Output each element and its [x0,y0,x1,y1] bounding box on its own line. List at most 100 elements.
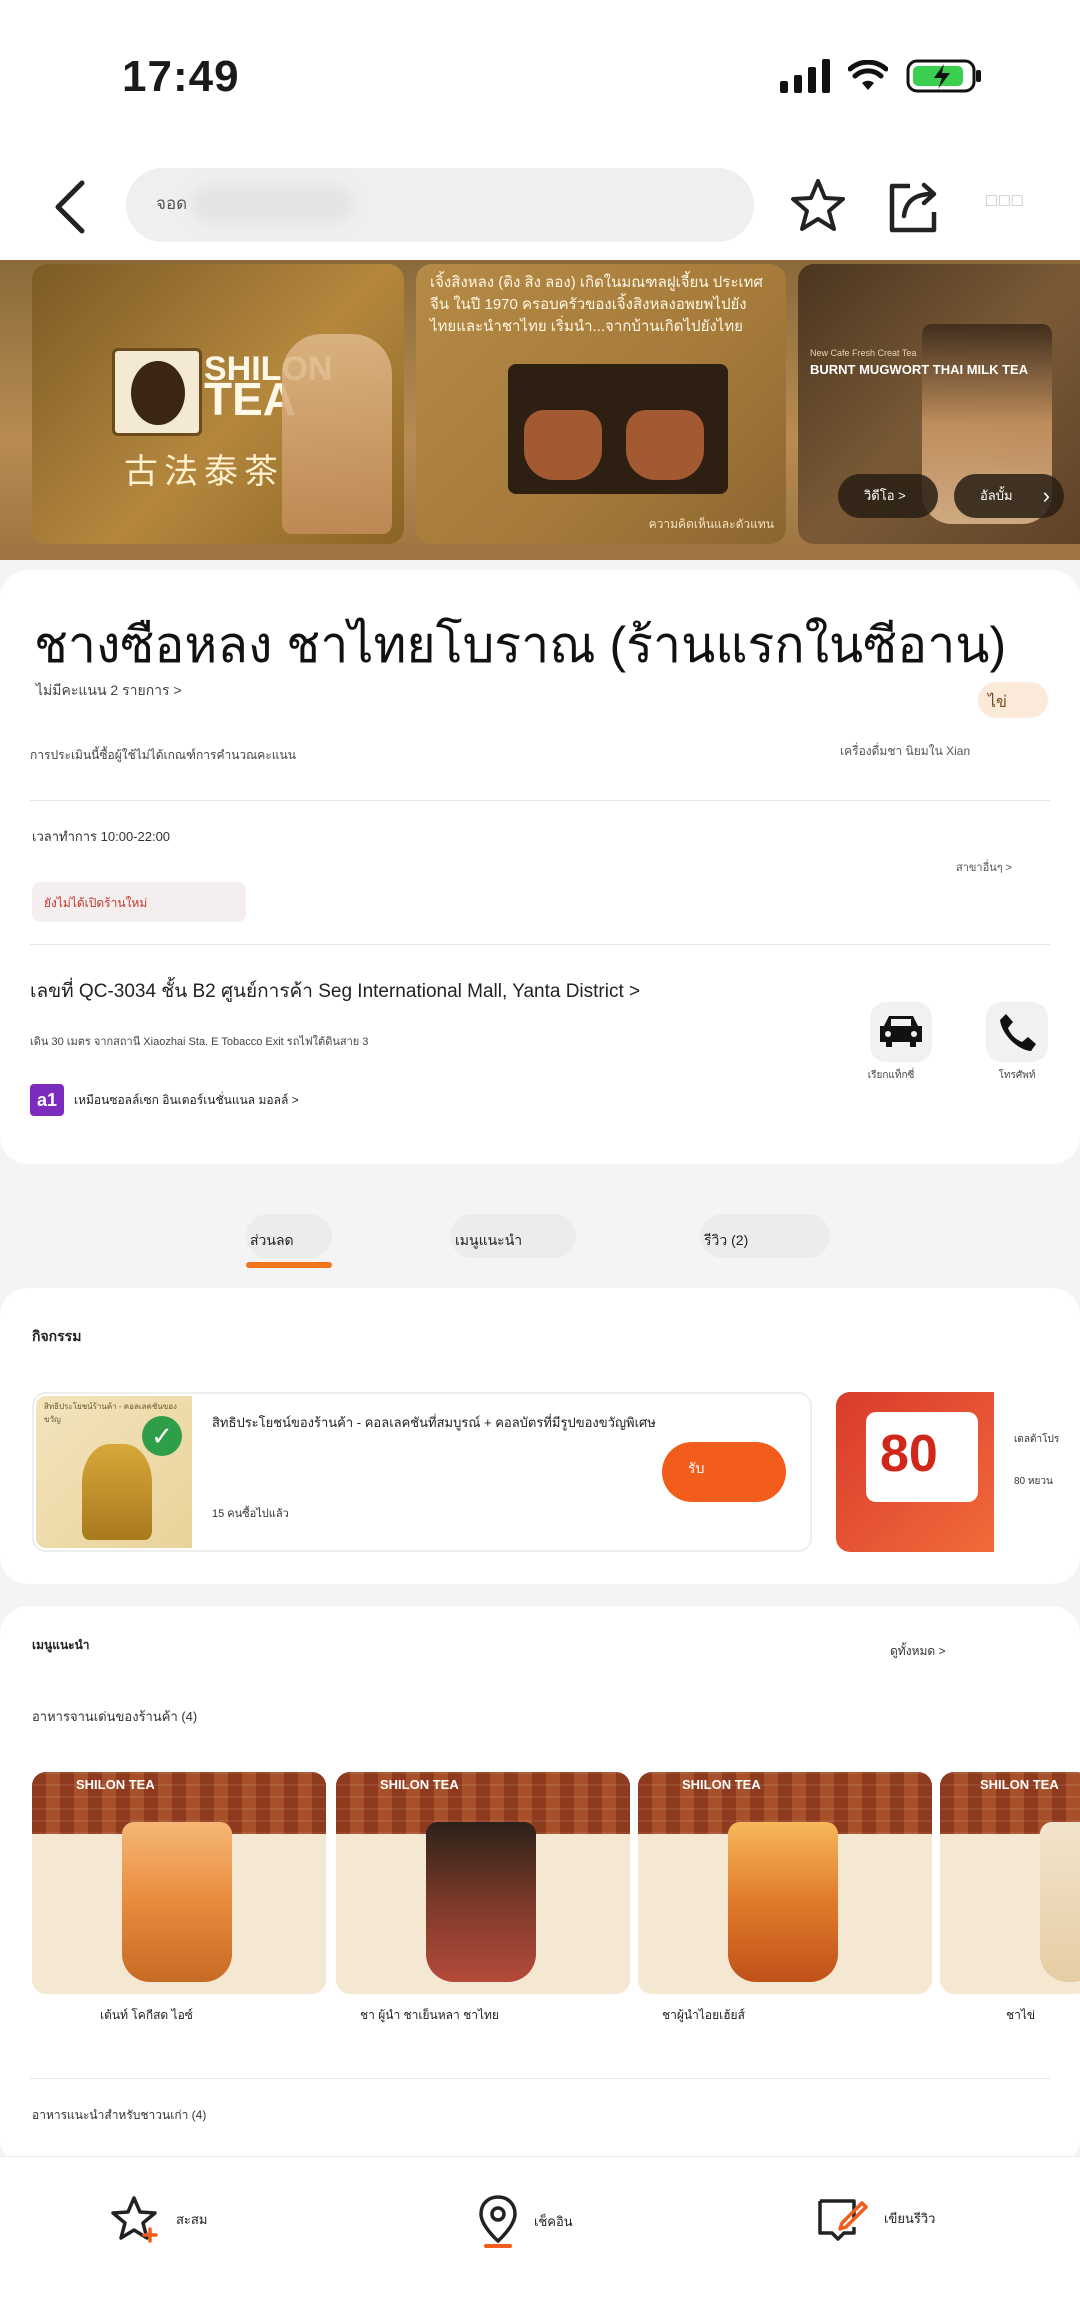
menu-section: เมนูแนะนำ ดูทั้งหมด > อาหารจานเด่นของร้า… [0,1606,1080,2166]
product-logo: SHILON TEA [682,1777,761,1792]
section-title: เมนูแนะนำ [32,1638,90,1652]
banner-card-brand[interactable]: SHILON TEA 古法泰茶 [32,264,404,544]
product-card[interactable]: SHILON TEA [32,1772,326,1994]
product-name: เต้นท์ โคกีสด ไอซ์ [100,2008,193,2022]
search-input[interactable]: จอด [126,168,754,242]
call-label: โทรศัพท์ [998,1070,1036,1081]
divider [30,800,1050,801]
tab-reviews[interactable]: รีวิว (2) [704,1218,748,1258]
banner-card-story[interactable]: เจิ้งสิงหลง (ติง สิง ลอง) เกิดในมณฑลฝูเจ… [416,264,786,544]
review-note: การประเมินนี้ซื้อผู้ใช้ไม่ได้เกณฑ์การคำน… [30,748,296,762]
drink-photo [1040,1822,1080,1982]
checkin-label: เช็คอิน [534,2213,573,2229]
checkin-action[interactable]: เช็คอิน [476,2193,573,2249]
product-name: ชา ผู้นำ ชาเย็นหลา ชาไทย [360,2008,499,2022]
tab-discount[interactable]: ส่วนลด [250,1218,294,1258]
mall-logo-icon: a1 [30,1084,64,1116]
status-bar: 17:49 [0,0,1080,150]
coupon2-amount: 80 [880,1425,938,1483]
menu-subtitle-2: อาหารแนะนำสำหรับชาวนเก่า (4) [32,2108,207,2122]
mall-text: เหมือนซอลล์เซก อินเตอร์เนชั่นแนล มอลล์ > [74,1092,299,1107]
pots-photo [508,364,728,494]
favorite-label: สะสม [176,2211,208,2227]
product-name: ชาไข่ [1006,2008,1036,2022]
opening-hours: เวลาทำการ 10:00-22:00 [32,829,171,844]
divider [30,2078,1050,2079]
chevron-left-icon [55,180,85,234]
menu-subtitle: อาหารจานเด่นของร้านค้า (4) [32,1709,198,1724]
product-logo: SHILON TEA [980,1777,1059,1792]
car-icon [880,1016,922,1047]
product-card[interactable]: SHILON TEA [336,1772,630,1994]
favorite-button[interactable] [788,176,848,236]
activity-section: กิจกรรม สิทธิประโยชน์ร้านค้า - คอลเลคชัน… [0,1288,1080,1584]
call-button[interactable] [986,1002,1048,1062]
banner-card-drink[interactable]: New Cafe Fresh Creat Tea BURNT MUGWORT T… [798,264,1080,544]
product-card[interactable]: SHILON TEA [940,1772,1080,1994]
taxi-button[interactable] [870,1002,932,1062]
status-icons [780,58,984,94]
rating-link[interactable]: ไม่มีคะแนน 2 รายการ > [36,680,182,702]
other-branches-link[interactable]: สาขาอื่นๆ > [956,858,1012,876]
claim-button[interactable]: รับ [662,1442,786,1502]
coupon-image: สิทธิประโยชน์ร้านค้า - คอลเลคชันของขวัญ … [36,1396,192,1548]
shop-name: ชางซือหลง ชาไทยโบราณ (ร้านแรกในซีอาน) [34,617,1007,673]
more-button[interactable]: □□□ [986,190,1025,211]
status-time: 17:49 [122,52,240,101]
coupon-card[interactable]: สิทธิประโยชน์ร้านค้า - คอลเลคชันของขวัญ … [32,1392,812,1552]
video-button[interactable]: วิดีโอ > [838,474,938,518]
chevron-right-icon: › [1042,483,1050,508]
wifi-icon [848,60,888,90]
taxi-label: เรียกแท็กซี่ [867,1070,915,1081]
address-directions: เดิน 30 เมตร จากสถานี Xiaozhai Sta. E To… [30,1036,369,1048]
review-right-note: เครื่องดื่มชา นิยมใน Xian [840,744,971,758]
nav-bar: จอด □□□ [0,150,1080,260]
tab-recommended[interactable]: เมนูแนะนำ [455,1218,522,1258]
back-button[interactable] [40,172,100,242]
coupon-card-2[interactable]: 80 เดลต้าโปร 80 หยวน [836,1392,1080,1552]
write-review-action[interactable]: เขียนรีวิว [816,2193,935,2243]
star-icon [791,179,845,231]
star-plus-icon [111,2196,158,2243]
person-photo [282,334,392,534]
shilon-logo [112,348,202,436]
divider [30,944,1050,945]
phone-icon [1000,1014,1036,1051]
album-label: อัลบั้ม [980,488,1013,503]
bottom-action-bar: สะสม เช็คอิน เขียนรีวิว [0,2156,1080,2306]
signal-icon [780,59,830,93]
battery-charging-icon [906,59,981,93]
drink-subtitle: New Cafe Fresh Creat Tea [810,348,917,358]
share-button[interactable] [884,176,944,236]
favorite-action[interactable]: สะสม [110,2193,207,2245]
drink-photo [426,1822,536,1982]
search-blur [192,186,352,222]
drink-photo [122,1822,232,1982]
product-name: ชาผู้นำไอยเฮ้ยส์ [662,2008,745,2022]
drink-title: BURNT MUGWORT THAI MILK TEA [810,362,1029,377]
status-badge: ยังไม่ได้เปิดร้านใหม่ [32,882,246,922]
check-icon: ✓ [142,1416,182,1456]
active-tab-indicator [246,1262,332,1268]
share-icon [889,182,937,233]
edit-review-icon [818,2199,868,2241]
product-logo: SHILON TEA [76,1777,155,1792]
story-caption: ความคิดเห็นและตัวแทน [648,517,774,531]
mall-link[interactable]: a1 เหมือนซอลล์เซก อินเตอร์เนชั่นแนล มอลล… [30,1084,299,1116]
section-title: กิจกรรม [32,1328,82,1344]
product-card[interactable]: SHILON TEA [638,1772,932,1994]
brand-chinese: 古法泰茶 [124,453,284,491]
section-tabs: ส่วนลด เมนูแนะนำ รีวิว (2) [0,1200,1080,1280]
coupon2-image: 80 [836,1392,994,1552]
gold-statue [82,1444,152,1540]
shop-address[interactable]: เลขที่ QC-3034 ชั้น B2 ศูนย์การค้า Seg I… [30,976,640,1006]
story-text: เจิ้งสิงหลง (ติง สิง ลอง) เกิดในมณฑลฝูเจ… [430,274,763,335]
shop-tag: ไข่ [978,682,1048,718]
location-pin-icon [479,2195,517,2248]
shop-info-card: ชางซือหลง ชาไทยโบราณ (ร้านแรกในซีอาน) ไม… [0,570,1080,1164]
image-banner[interactable]: SHILON TEA 古法泰茶 เจิ้งสิงหลง (ติง สิง ลอง… [0,260,1080,560]
search-text: จอด [156,194,188,213]
coupon2-line1: เดลต้าโปร [1014,1434,1060,1445]
view-all-link[interactable]: ดูทั้งหมด > [890,1642,946,1661]
album-button[interactable]: อัลบั้ม › [954,474,1064,518]
